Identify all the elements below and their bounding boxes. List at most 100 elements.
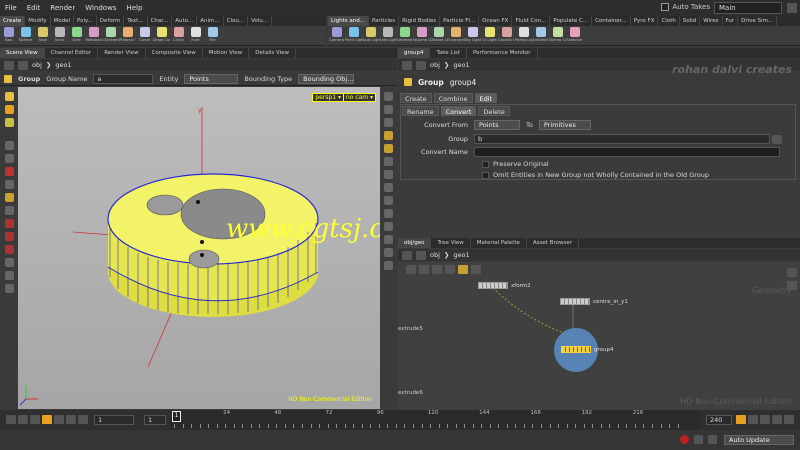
tab-material-palette[interactable]: Material Palette <box>471 238 527 248</box>
snap-icon[interactable] <box>4 219 14 228</box>
node-body[interactable] <box>561 346 591 353</box>
shelf-tab[interactable]: Ocean FX <box>479 16 513 26</box>
key-options-icon[interactable] <box>748 415 758 424</box>
node-body[interactable] <box>560 298 590 305</box>
tab-tree-view[interactable]: Tree View <box>431 238 471 248</box>
tab-motion-view[interactable]: Motion View <box>203 48 250 58</box>
node-extrude6[interactable]: extrude6 <box>398 390 423 396</box>
forward-icon[interactable] <box>18 60 28 70</box>
network-editor[interactable]: Geometry HD Non-Commercial Edition xform… <box>398 262 800 410</box>
menu-windows[interactable]: Windows <box>80 4 121 12</box>
tab-combine[interactable]: Combine <box>433 93 473 103</box>
tab-create[interactable]: Create <box>400 93 432 103</box>
shelf-tab[interactable]: Model <box>51 16 75 26</box>
end-frame-field[interactable]: 240 <box>706 415 732 425</box>
param-node-name[interactable]: group4 <box>450 78 477 87</box>
menu-file[interactable]: File <box>0 4 22 12</box>
path-geo1[interactable]: geo1 <box>453 251 469 259</box>
home-view-icon[interactable] <box>383 105 393 114</box>
perf-icon[interactable] <box>708 435 717 444</box>
step-back-icon[interactable] <box>18 415 28 424</box>
shelf-tool[interactable]: Sky Light <box>464 26 481 45</box>
template-display-icon[interactable] <box>383 222 393 231</box>
tab-delete[interactable]: Delete <box>478 106 510 116</box>
normals-display-icon[interactable] <box>383 170 393 179</box>
shading-icon[interactable] <box>383 131 393 140</box>
shelf-tool[interactable]: Box <box>0 26 17 45</box>
tab-convert[interactable]: Convert <box>440 106 477 116</box>
shelf-tab[interactable]: Populate C... <box>550 16 593 26</box>
shelf-tool[interactable]: Geometry... <box>396 26 413 45</box>
shelf-tool[interactable]: File <box>204 26 221 45</box>
light-icon[interactable] <box>383 118 393 127</box>
shelf-tool[interactable]: Tube <box>34 26 51 45</box>
node-xform2[interactable]: xform2 <box>478 282 531 289</box>
shelf-tab[interactable]: Cloth <box>658 16 680 26</box>
play-reverse-icon[interactable] <box>30 415 40 424</box>
tab-rename[interactable]: Rename <box>402 106 439 116</box>
tab-composite-view[interactable]: Composite View <box>146 48 203 58</box>
timeline-bar[interactable]: 1 24 48 72 96 120 144 168 192 216 <box>170 410 700 430</box>
console-icon[interactable] <box>694 435 703 444</box>
convert-from-dropdown[interactable]: Points <box>474 120 520 130</box>
bounding-type-dropdown[interactable]: Bounding Obj... <box>298 73 355 84</box>
select-tool-icon[interactable] <box>4 92 14 101</box>
tab-channel-editor[interactable]: Channel Editor <box>45 48 99 58</box>
shelf-tool[interactable]: Platonic So... <box>119 26 136 45</box>
shelf-tab[interactable]: Solid <box>680 16 701 26</box>
back-icon[interactable] <box>402 250 412 260</box>
convert-name-field[interactable] <box>474 147 780 157</box>
skip-start-icon[interactable] <box>6 415 16 424</box>
display-options-icon[interactable] <box>383 261 393 270</box>
shelf-tool[interactable]: Stereo Ca... <box>549 26 566 45</box>
current-frame-field[interactable]: 1 <box>94 415 134 425</box>
group-field[interactable]: b <box>474 134 770 144</box>
node-group4[interactable]: group4 <box>561 346 613 353</box>
camera-menu[interactable]: persp1 ▾ <box>312 93 344 102</box>
shelf-tool[interactable]: Camera <box>328 26 345 45</box>
shelf-tab[interactable]: Volu... <box>248 16 273 26</box>
shelf-tool[interactable]: Curve <box>136 26 153 45</box>
step-forward-icon[interactable] <box>66 415 76 424</box>
shelf-tab[interactable]: Anim... <box>197 16 224 26</box>
auto-takes-checkbox[interactable] <box>661 3 670 11</box>
tab-render-view[interactable]: Render View <box>98 48 146 58</box>
shelf-tool[interactable]: Switcher <box>566 26 583 45</box>
shelf-tool[interactable]: Distant Light <box>430 26 447 45</box>
primitive-numbers-icon[interactable] <box>383 183 393 192</box>
maximize-icon[interactable] <box>787 3 797 13</box>
shelf-tab[interactable]: Particles <box>369 16 400 26</box>
path-obj[interactable]: obj <box>430 251 440 259</box>
convert-to-dropdown[interactable]: Primitives <box>538 120 591 130</box>
shelf-tab[interactable]: Fluid Con... <box>512 16 551 26</box>
shelf-tab[interactable]: Rigid Bodies <box>399 16 441 26</box>
node-body[interactable] <box>478 282 508 289</box>
error-indicator-icon[interactable] <box>680 435 689 444</box>
rotate-tool-icon[interactable] <box>4 118 14 127</box>
key-options-icon[interactable] <box>772 415 782 424</box>
shelf-tab[interactable]: Deform <box>97 16 125 26</box>
viewport-3d[interactable]: y www.cgtsj. persp1 ▾ no cam ▾ HD Non-Co… <box>18 87 424 409</box>
shelf-tool[interactable]: Circle <box>170 26 187 45</box>
play-icon[interactable] <box>54 415 64 424</box>
shelf-tool[interactable]: LSystem <box>102 26 119 45</box>
point-numbers-icon[interactable] <box>383 196 393 205</box>
brush-tool-icon[interactable] <box>4 180 14 189</box>
key-options-icon[interactable] <box>760 415 770 424</box>
path-obj[interactable]: obj <box>32 61 42 69</box>
shelf-tool[interactable]: Portal Light <box>515 26 532 45</box>
node-extrude5[interactable]: extrude5 <box>398 326 423 332</box>
preserve-original-checkbox[interactable] <box>482 160 489 168</box>
construction-plane-icon[interactable] <box>4 258 14 267</box>
start-frame-field[interactable]: 1 <box>144 415 166 425</box>
shelf-tab[interactable]: Container... <box>592 16 631 26</box>
shelf-tab[interactable]: Char... <box>148 16 173 26</box>
network-side-tool-icon[interactable] <box>787 281 797 290</box>
key-icon[interactable] <box>736 415 746 424</box>
cam-select-menu[interactable]: no cam ▾ <box>342 93 376 102</box>
shelf-tab[interactable]: Fur <box>723 16 739 26</box>
ghost-display-icon[interactable] <box>383 235 393 244</box>
key-options-icon[interactable] <box>784 415 794 424</box>
shelf-tool[interactable]: Volume Li... <box>413 26 430 45</box>
shelf-tool[interactable]: Caustic Li... <box>498 26 515 45</box>
